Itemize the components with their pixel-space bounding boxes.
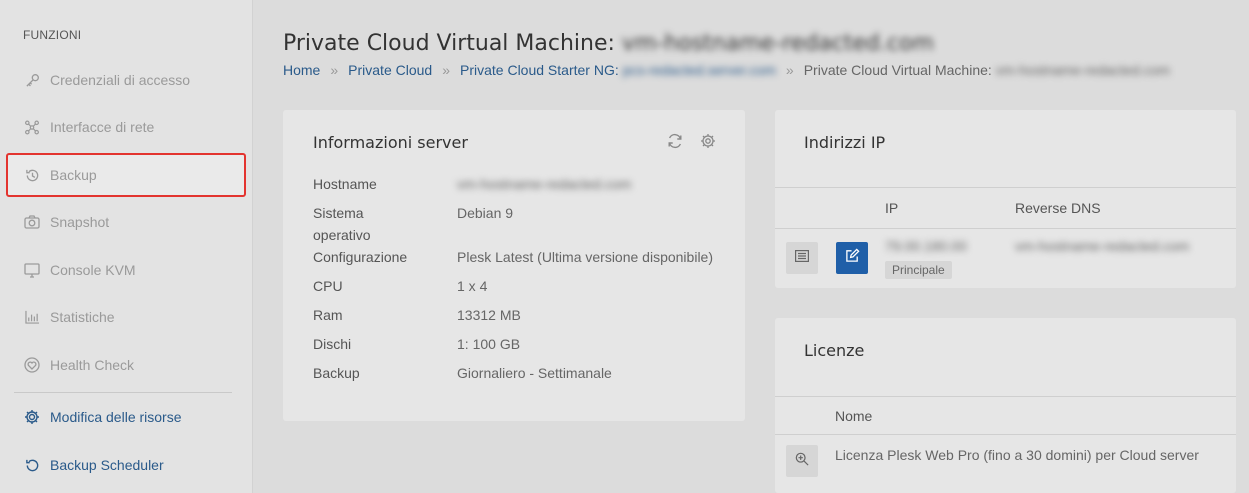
table-divider	[775, 187, 1236, 188]
license-details-button[interactable]	[786, 445, 818, 477]
info-value: Debian 9	[457, 205, 514, 221]
breadcrumb-private-cloud[interactable]: Private Cloud	[348, 62, 432, 78]
network-icon	[24, 119, 40, 135]
history-icon	[24, 167, 40, 183]
sidebar-link-modifica-risorse[interactable]: Modifica delle risorse	[6, 395, 246, 439]
gear-icon[interactable]	[700, 133, 716, 154]
edit-icon	[845, 248, 860, 268]
ip-panel: Indirizzi IP IP Reverse DNS 79.00.180.00…	[775, 110, 1236, 288]
ip-address: 79.00.180.00	[885, 238, 967, 254]
sidebar-item-backup[interactable]: Backup	[6, 153, 246, 197]
page-title: Private Cloud Virtual Machine: vm-hostna…	[283, 31, 934, 56]
info-label: Backup	[313, 365, 360, 381]
sidebar-link-backup-scheduler[interactable]: Backup Scheduler	[6, 443, 246, 487]
key-icon	[24, 72, 40, 88]
sidebar-item-credenziali[interactable]: Credenziali di accesso	[6, 58, 246, 102]
sidebar: FUNZIONI Credenziali di accesso Interfac…	[0, 0, 253, 493]
reverse-dns-value: vm-hostname-redacted.com	[1015, 238, 1190, 254]
sidebar-item-label: Statistiche	[50, 309, 115, 325]
sidebar-item-label: Backup	[50, 167, 97, 183]
page-title-hostname: vm-hostname-redacted.com	[621, 31, 934, 56]
info-label: Sistema operativo	[313, 205, 371, 243]
sidebar-divider	[14, 392, 232, 393]
breadcrumb-current: Private Cloud Virtual Machine: vm-hostna…	[804, 62, 1170, 78]
table-divider	[775, 434, 1236, 435]
column-header-ip: IP	[885, 200, 899, 216]
details-button[interactable]	[786, 242, 818, 274]
status-badge: Principale	[885, 261, 952, 279]
server-info-title: Informazioni server	[313, 133, 468, 152]
server-info-panel: Informazioni server Hostname vm-hostname…	[283, 110, 745, 421]
breadcrumb-separator: »	[442, 62, 450, 78]
breadcrumb-separator: »	[330, 62, 339, 78]
info-value: 13312 MB	[457, 307, 521, 323]
sidebar-item-console-kvm[interactable]: Console KVM	[6, 248, 246, 292]
breadcrumb-starter-host: pcs-redacted.server.com	[622, 62, 776, 78]
gear-icon	[24, 409, 40, 425]
heart-icon	[24, 357, 40, 373]
info-value: 1 x 4	[457, 278, 488, 294]
sidebar-item-health-check[interactable]: Health Check	[6, 343, 246, 387]
sidebar-link-label: Backup Scheduler	[50, 457, 164, 473]
breadcrumb-home[interactable]: Home	[283, 62, 320, 78]
bar-chart-icon	[24, 309, 40, 325]
sidebar-item-snapshot[interactable]: Snapshot	[6, 200, 246, 244]
info-label: Ram	[313, 307, 343, 323]
sidebar-item-label: Credenziali di accesso	[50, 72, 191, 88]
breadcrumb-separator: »	[785, 62, 794, 78]
ip-panel-title: Indirizzi IP	[804, 133, 886, 152]
sidebar-item-label: Health Check	[50, 357, 135, 373]
info-label: Configurazione	[313, 249, 408, 265]
sidebar-item-label: Interfacce di rete	[50, 119, 155, 135]
breadcrumb-starter[interactable]: Private Cloud Starter NG: pcs-redacted.s…	[460, 62, 776, 78]
column-header-reverse-dns: Reverse DNS	[1015, 200, 1101, 216]
sidebar-item-interfacce[interactable]: Interfacce di rete	[6, 105, 246, 149]
breadcrumb-starter-label: Private Cloud Starter NG:	[460, 62, 619, 78]
sidebar-item-statistiche[interactable]: Statistiche	[6, 295, 246, 339]
zoom-in-icon	[795, 452, 809, 471]
info-value: Giornaliero - Settimanale	[457, 365, 612, 381]
sidebar-item-label: Snapshot	[50, 214, 110, 230]
licenses-panel: Licenze Nome Licenza Plesk Web Pro (fino…	[775, 318, 1236, 493]
breadcrumb: Home » Private Cloud » Private Cloud Sta…	[283, 62, 1170, 78]
info-label: Dischi	[313, 336, 352, 352]
breadcrumb-current-host: vm-hostname-redacted.com	[995, 62, 1170, 78]
page-title-prefix: Private Cloud Virtual Machine:	[283, 31, 615, 56]
sidebar-item-label: Console KVM	[50, 262, 136, 278]
sidebar-heading: FUNZIONI	[23, 28, 82, 42]
breadcrumb-current-label: Private Cloud Virtual Machine:	[803, 62, 992, 78]
table-divider	[775, 396, 1236, 397]
license-name: Licenza Plesk Web Pro (fino a 30 domini)…	[835, 447, 1199, 463]
table-divider	[775, 228, 1236, 229]
history-icon	[24, 457, 40, 473]
sidebar-link-label: Modifica delle risorse	[50, 409, 182, 425]
licenses-title: Licenze	[804, 341, 865, 360]
edit-reverse-dns-button[interactable]	[836, 242, 868, 274]
list-icon	[795, 249, 810, 267]
info-label: CPU	[313, 278, 343, 294]
info-value: 1: 100 GB	[457, 336, 521, 352]
monitor-icon	[24, 262, 40, 278]
column-header-nome: Nome	[835, 408, 873, 424]
info-value: Plesk Latest (Ultima versione disponibil…	[457, 249, 713, 265]
refresh-icon[interactable]	[667, 133, 683, 154]
info-value: vm-hostname-redacted.com	[457, 176, 632, 192]
camera-icon	[24, 214, 40, 230]
info-label: Hostname	[313, 176, 377, 192]
